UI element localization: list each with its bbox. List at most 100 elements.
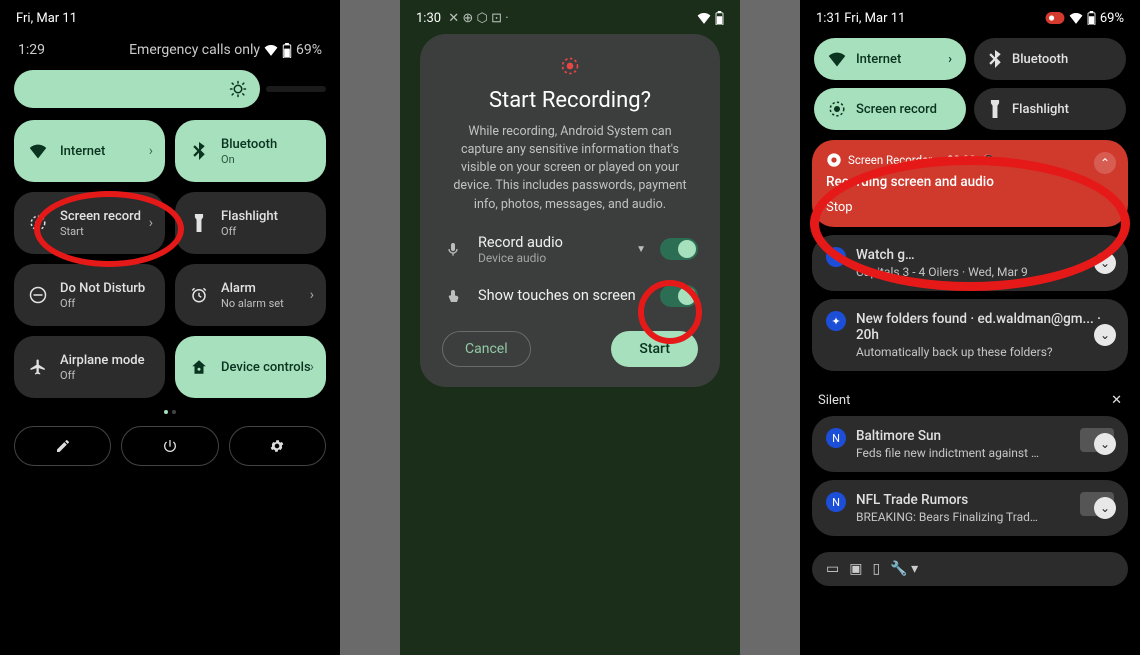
show-touches-row[interactable]: Show touches on screen	[442, 285, 698, 307]
tile-title: Alarm	[221, 281, 312, 296]
notification[interactable]: ✦ Watch g… Capitals 3 - 4 Oilers · Wed, …	[812, 235, 1128, 291]
record-icon	[28, 213, 48, 233]
tile-flashlight[interactable]: FlashlightOff	[175, 192, 326, 254]
silent-notification[interactable]: N Baltimore Sun Feds file new indictment…	[812, 416, 1128, 472]
settings-button[interactable]	[229, 426, 326, 466]
status-time: 1:29	[18, 42, 45, 58]
tile-subtitle: Off	[221, 225, 312, 238]
dialog-overlay: Start Recording? While recording, Androi…	[400, 0, 740, 655]
notification-area: Screen Recorder · 00:08 🔕 Recording scre…	[800, 140, 1140, 586]
record-icon	[826, 152, 842, 168]
alarm-icon	[189, 285, 209, 305]
page-indicator	[0, 398, 340, 420]
wifi-icon	[264, 44, 278, 56]
tile-internet[interactable]: Internet ›	[14, 120, 165, 182]
silent-label: Silent	[818, 393, 850, 408]
screen-recorder-notification[interactable]: Screen Recorder · 00:08 🔕 Recording scre…	[812, 140, 1128, 227]
chevron-right-icon: ›	[310, 287, 314, 303]
notification-body: Feds file new indictment against …	[856, 446, 1070, 460]
brightness-icon	[229, 80, 247, 98]
dropdown-icon[interactable]: ▼	[636, 244, 646, 255]
expand-icon[interactable]: ⌄	[1094, 433, 1116, 455]
history-icon[interactable]: ▭	[826, 561, 839, 577]
phone-2-record-dialog: Play StoreGmailPhotosYouTube 1:30 ✕ ⊕ ⬡ …	[400, 0, 740, 655]
quick-settings-tiles: Internet › BluetoothOn Screen recordStar…	[0, 120, 340, 398]
notification-source: Screen Recorder	[848, 153, 932, 167]
split-icon[interactable]: ▯	[872, 561, 880, 577]
touch-icon	[442, 288, 464, 304]
expand-icon[interactable]: ⌄	[1094, 324, 1116, 346]
status-right: Emergency calls only 69%	[129, 42, 322, 58]
notification[interactable]: ✦ New folders found · ed.waldman@gm... ·…	[812, 299, 1128, 371]
notification-body: Automatically back up these folders?	[856, 345, 1114, 359]
tile-bluetooth[interactable]: Bluetooth	[974, 38, 1126, 80]
chevron-right-icon: ›	[149, 143, 153, 159]
notification-title: Baltimore Sun	[856, 428, 1070, 444]
tile-title: Flashlight	[221, 209, 312, 224]
app-icon: N	[826, 428, 846, 448]
collapse-icon[interactable]: ⌃	[1094, 152, 1116, 174]
notification-title: New folders found · ed.waldman@gm... · 2…	[856, 311, 1114, 343]
start-recording-dialog: Start Recording? While recording, Androi…	[420, 34, 720, 387]
toggle-record-audio[interactable]	[660, 238, 698, 260]
app-icon: ✦	[826, 311, 846, 331]
tile-device-controls[interactable]: Device controls ›	[175, 336, 326, 398]
tile-title: Airplane mode	[60, 353, 151, 368]
screenshot-icon[interactable]: ▣	[849, 561, 862, 577]
tile-title: Device controls	[221, 360, 312, 375]
expand-icon[interactable]: ⌄	[1094, 252, 1116, 274]
notification-time: 00:08	[947, 153, 976, 167]
cancel-button[interactable]: Cancel	[442, 331, 531, 367]
tile-screen-record[interactable]: Screen recordStart ›	[14, 192, 165, 254]
flashlight-icon	[189, 213, 209, 233]
wifi-icon	[1069, 12, 1083, 24]
bell-off-icon: 🔕	[982, 153, 996, 167]
quick-actions-footer[interactable]: ▭ ▣ ▯ 🔧 ▾	[812, 552, 1128, 586]
tile-title: Do Not Disturb	[60, 281, 151, 296]
phone-3-notification-shade: 1:31 Fri, Mar 11 69% Internet › Bluetoot…	[800, 0, 1140, 655]
dialog-body: While recording, Android System can capt…	[442, 123, 698, 214]
edit-button[interactable]	[14, 426, 111, 466]
record-icon	[828, 100, 846, 118]
tile-airplane-mode[interactable]: Airplane modeOff	[14, 336, 165, 398]
dialog-title: Start Recording?	[442, 88, 698, 113]
airplane-icon	[28, 357, 48, 377]
silent-notification[interactable]: N NFL Trade Rumors BREAKING: Bears Final…	[812, 480, 1128, 536]
start-button[interactable]: Start	[611, 331, 698, 367]
brightness-slider[interactable]	[0, 70, 340, 120]
brightness-track-remainder	[266, 86, 326, 92]
app-icon: N	[826, 492, 846, 512]
tile-subtitle: No alarm set	[221, 297, 312, 310]
status-date: Fri, Mar 11	[16, 11, 77, 26]
bluetooth-icon	[988, 50, 1002, 68]
row-title: Show touches on screen	[478, 287, 646, 304]
stop-action[interactable]: Stop	[826, 200, 1114, 215]
wifi-icon	[828, 51, 846, 67]
tile-flashlight[interactable]: Flashlight	[974, 88, 1126, 130]
record-audio-row[interactable]: Record audio Device audio ▼	[442, 234, 698, 265]
notification-body: BREAKING: Bears Finalizing Trad…	[856, 510, 1070, 524]
app-icon: ✦	[826, 247, 846, 267]
row-subtitle: Device audio	[478, 251, 622, 265]
tile-title: Bluetooth	[1012, 52, 1112, 67]
tile-internet[interactable]: Internet ›	[814, 38, 966, 80]
tile-subtitle: Start	[60, 225, 151, 238]
tile-bluetooth[interactable]: BluetoothOn	[175, 120, 326, 182]
chevron-right-icon: ›	[310, 359, 314, 375]
battery-percent: 69%	[1100, 11, 1124, 26]
close-silent-icon[interactable]: ✕	[1111, 393, 1122, 408]
battery-percent: 69%	[296, 42, 322, 58]
mic-icon	[442, 241, 464, 257]
tile-do-not-disturb[interactable]: Do Not DisturbOff	[14, 264, 165, 326]
power-button[interactable]	[121, 426, 218, 466]
tools-icon[interactable]: 🔧 ▾	[890, 561, 918, 577]
phone-1-quick-settings: Fri, Mar 11 1:29 Emergency calls only 69…	[0, 0, 340, 655]
toggle-show-touches[interactable]	[660, 285, 698, 307]
record-icon	[442, 56, 698, 76]
status-bar: 1:31 Fri, Mar 11 69%	[800, 0, 1140, 32]
dnd-icon	[28, 285, 48, 305]
tile-title: Screen record	[856, 102, 952, 117]
tile-alarm[interactable]: AlarmNo alarm set ›	[175, 264, 326, 326]
tile-screen-record[interactable]: Screen record	[814, 88, 966, 130]
expand-icon[interactable]: ⌄	[1094, 497, 1116, 519]
